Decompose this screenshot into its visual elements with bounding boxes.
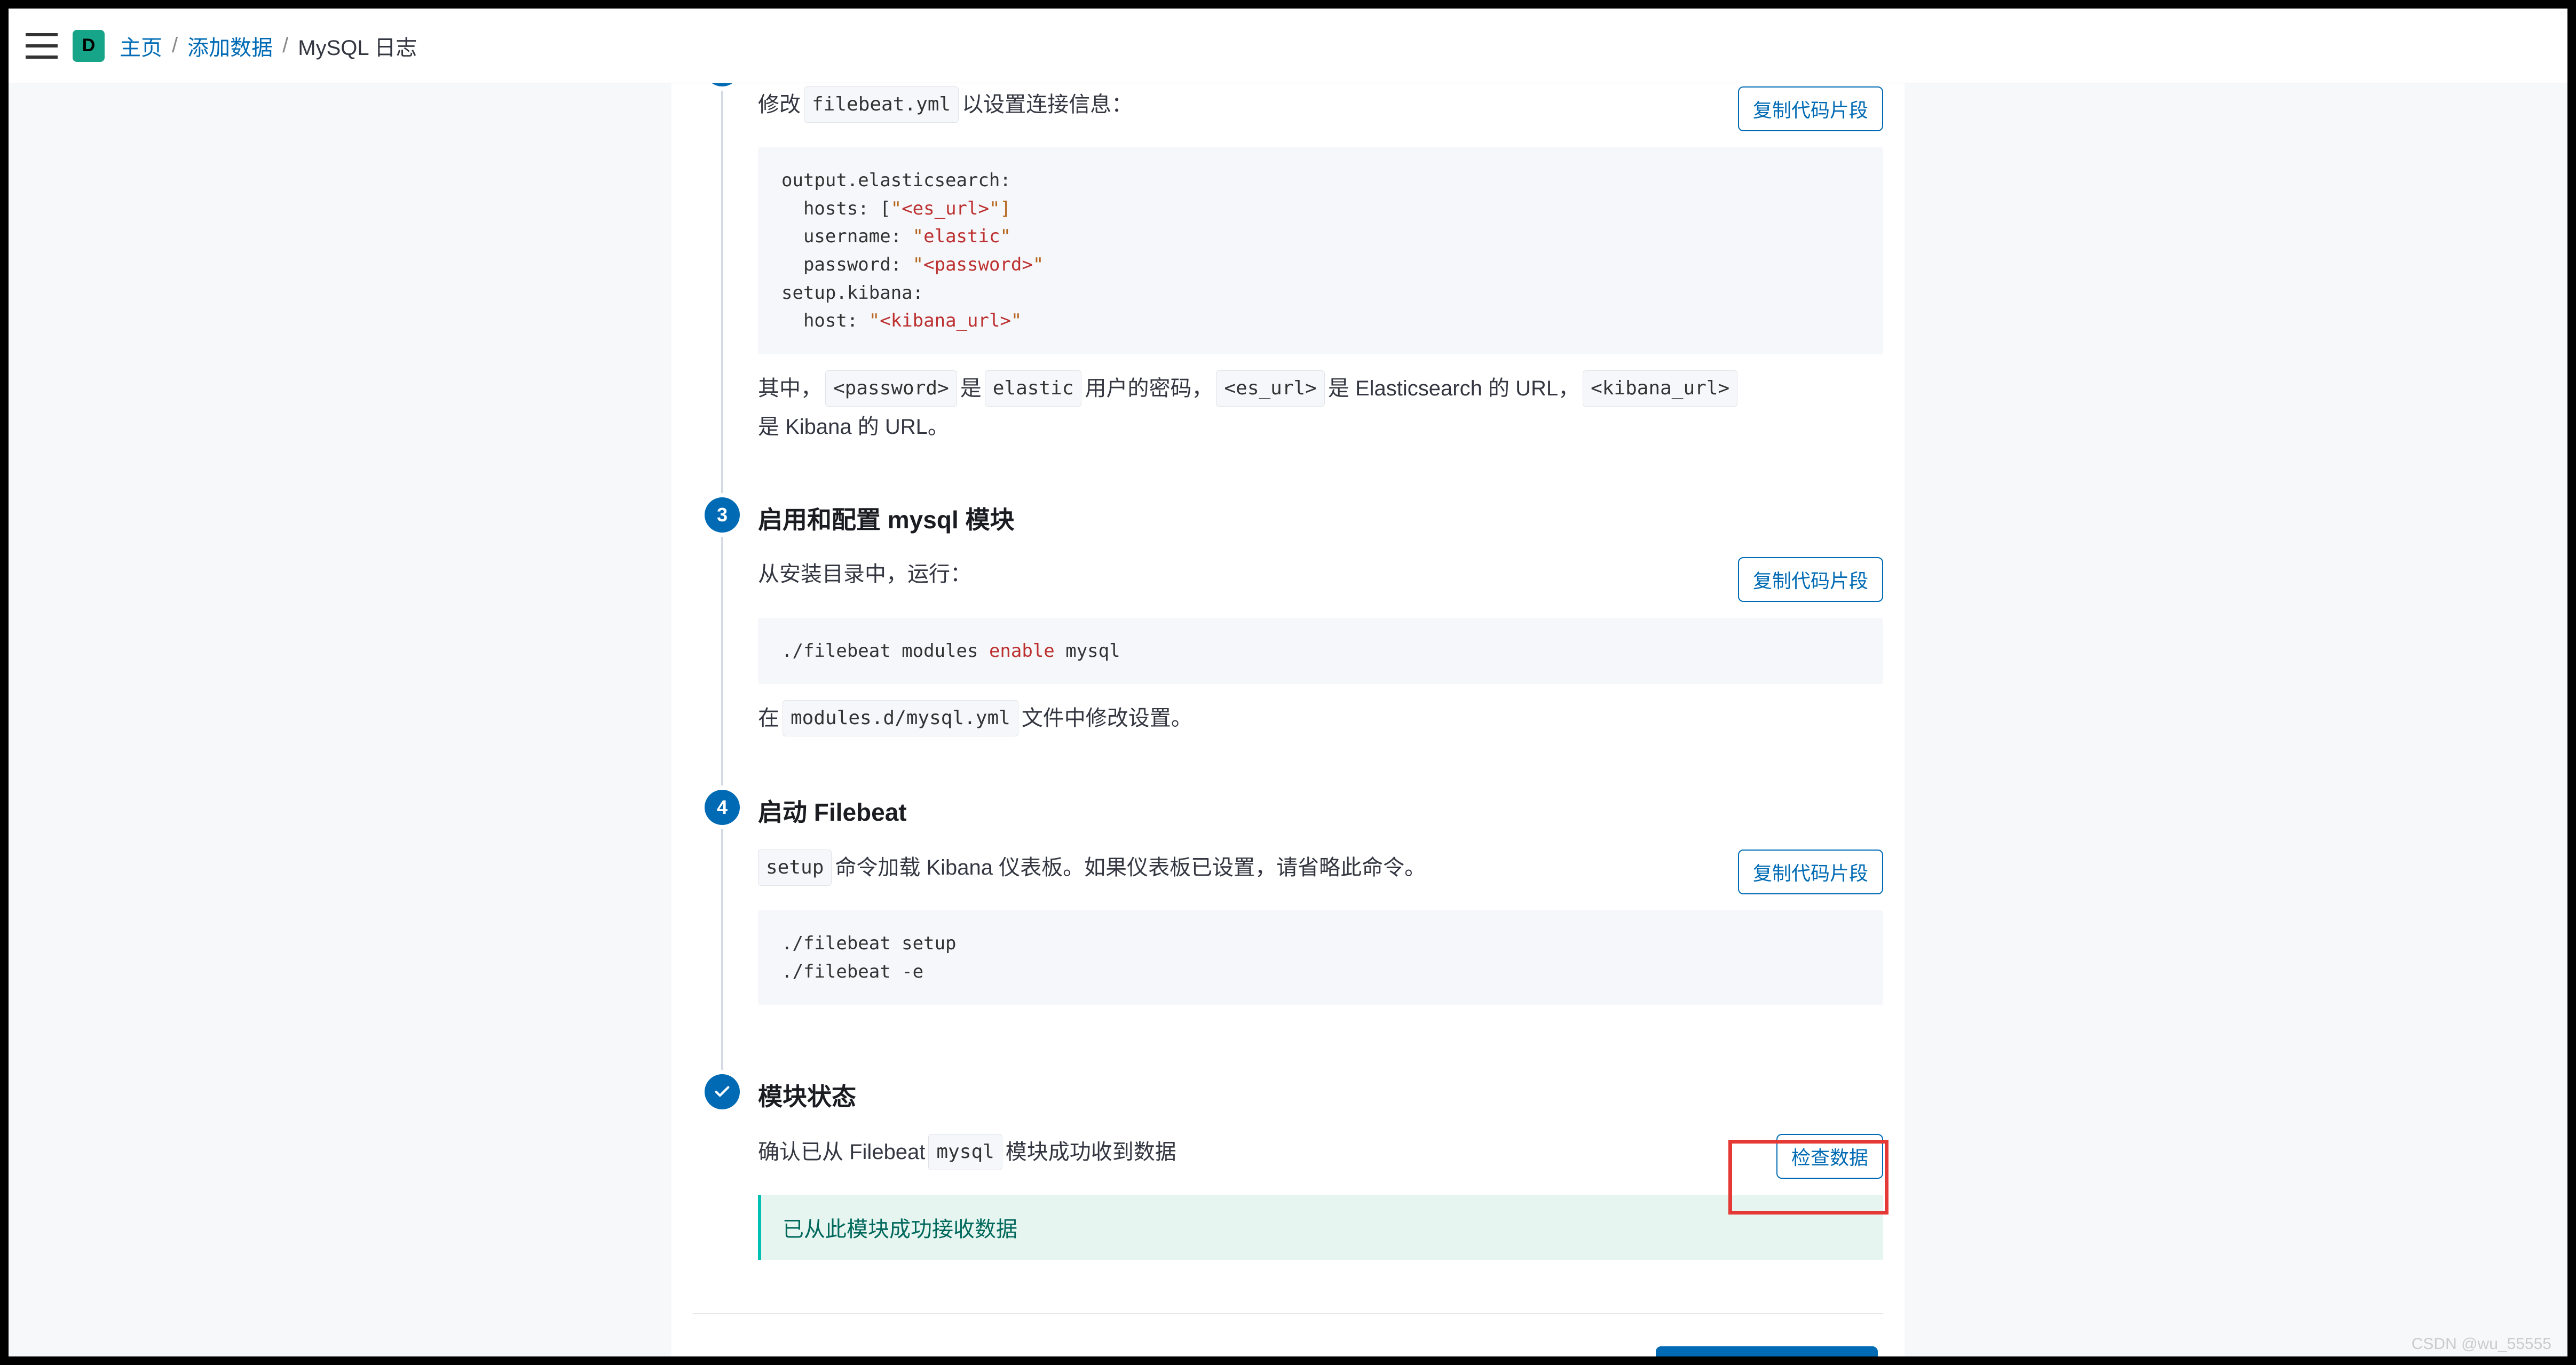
app-badge[interactable]: D <box>73 30 105 62</box>
inline-code: setup <box>758 850 832 886</box>
divider <box>693 1313 1883 1314</box>
breadcrumb-home[interactable]: 主页 <box>120 30 162 61</box>
inline-code: modules.d/mysql.yml <box>783 700 1018 736</box>
step-module-status: 模块状态 确认已从 Filebeat mysql 模块成功收到数据 检查数据 <box>704 1074 1883 1271</box>
main-area: 2 修改 filebeat.yml 以设置连接信息： 复制代码片段 <box>9 83 2567 1356</box>
content-card: 2 修改 filebeat.yml 以设置连接信息： 复制代码片段 <box>671 83 1905 1356</box>
step-2: 2 修改 filebeat.yml 以设置连接信息： 复制代码片段 <box>704 83 1883 497</box>
inline-code: elastic <box>985 370 1082 407</box>
copy-snippet-button[interactable]: 复制代码片段 <box>1738 850 1883 894</box>
breadcrumb-add-data[interactable]: 添加数据 <box>187 30 273 61</box>
success-banner: 已从此模块成功接收数据 <box>758 1195 1883 1260</box>
check-icon <box>705 1074 740 1109</box>
step2-explain: 其中， <password> 是 elastic 用户的密码， <es_url>… <box>758 370 1883 444</box>
step4-intro: setup 命令加载 Kibana 仪表板。如果仪表板已设置，请省略此命令。 <box>758 850 1426 886</box>
copy-snippet-button[interactable]: 复制代码片段 <box>1738 557 1883 602</box>
inline-code: <password> <box>825 370 957 407</box>
status-intro: 确认已从 Filebeat mysql 模块成功收到数据 <box>758 1134 1176 1170</box>
check-data-button[interactable]: 检查数据 <box>1776 1134 1883 1179</box>
code-block-start: ./filebeat setup ./filebeat -e <box>758 910 1883 1005</box>
breadcrumb: 主页 / 添加数据 / MySQL 日志 <box>120 30 417 61</box>
step3-intro: 从安装目录中，运行： <box>758 557 971 591</box>
app-header: D 主页 / 添加数据 / MySQL 日志 <box>9 9 2567 83</box>
watermark: CSDN @wu_55555 <box>2412 1335 2551 1353</box>
step-number-badge: 3 <box>705 497 740 533</box>
dashboard-button[interactable]: MySQL 日志仪表板 <box>1656 1346 1878 1356</box>
step3-explain: 在 modules.d/mysql.yml 文件中修改设置。 <box>758 700 1883 736</box>
code-block-enable: ./filebeat modules enable mysql <box>758 618 1883 685</box>
step4-title: 启动 Filebeat <box>758 793 1883 828</box>
step-4: 4 启动 Filebeat setup 命令加载 Kibana 仪表板。如果仪表… <box>704 790 1883 1074</box>
step-3: 3 启用和配置 mysql 模块 从安装目录中，运行： 复制代码片段 ./fil… <box>704 497 1883 790</box>
code-block-config: output.elasticsearch: hosts: ["<es_url>"… <box>758 147 1883 354</box>
inline-code: mysql <box>928 1134 1002 1170</box>
status-title: 模块状态 <box>758 1077 1883 1113</box>
copy-snippet-button[interactable]: 复制代码片段 <box>1738 86 1883 131</box>
step3-title: 启用和配置 mysql 模块 <box>758 501 1883 536</box>
inline-code: <kibana_url> <box>1583 370 1737 407</box>
breadcrumb-separator: / <box>172 34 178 58</box>
step2-intro: 修改 filebeat.yml 以设置连接信息： <box>758 86 1133 123</box>
menu-icon[interactable] <box>26 33 58 59</box>
step-number-badge: 4 <box>705 790 740 825</box>
breadcrumb-current: MySQL 日志 <box>298 30 417 61</box>
inline-code: <es_url> <box>1216 370 1324 407</box>
step-number-badge: 2 <box>705 83 740 86</box>
breadcrumb-separator: / <box>282 34 288 58</box>
footer-row: 完成所有步骤后，您便可以随时浏览自己的数据。 MySQL 日志仪表板 <box>693 1346 1883 1356</box>
inline-code: filebeat.yml <box>804 86 959 123</box>
